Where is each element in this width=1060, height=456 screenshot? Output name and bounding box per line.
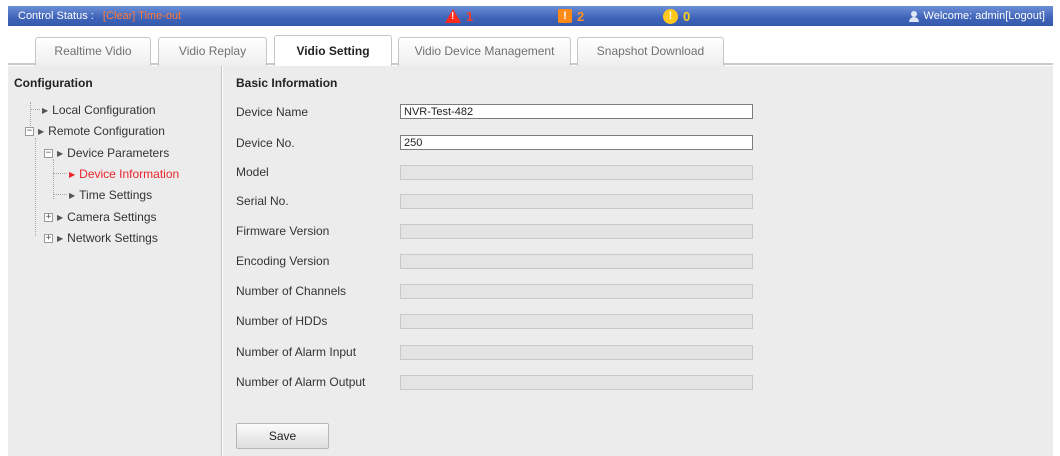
alarm-minor-count: 0: [683, 8, 691, 24]
sidebar-item-network-settings[interactable]: + ▶ Network Settings: [44, 231, 158, 245]
basic-information-panel: Basic Information Device Name Device No.…: [223, 66, 1053, 456]
arrow-right-icon: ▶: [57, 212, 64, 222]
arrow-right-icon: ▶: [57, 233, 64, 243]
expand-icon[interactable]: +: [44, 212, 53, 222]
model-field: [400, 165, 753, 180]
number-of-hdds-field: [400, 314, 753, 329]
alarm-minor[interactable]: ! 0: [663, 7, 690, 25]
warning-triangle-icon: [445, 9, 461, 23]
tab-realtime-vidio[interactable]: Realtime Vidio: [35, 37, 151, 66]
welcome-area: Welcome: admin[Logout]: [908, 10, 1045, 22]
device-no-field[interactable]: [400, 135, 753, 150]
firmware-version-label: Firmware Version: [236, 224, 330, 238]
welcome-logout-link[interactable]: Welcome: admin[Logout]: [924, 10, 1045, 22]
serial-no-field: [400, 194, 753, 209]
clear-timeout-link[interactable]: [Clear] Time-out: [103, 10, 181, 22]
info-circle-icon: !: [663, 8, 678, 24]
number-of-alarm-output-label: Number of Alarm Output: [236, 375, 366, 389]
alarm-major[interactable]: ! 2: [558, 7, 584, 25]
number-of-alarm-output-field: [400, 375, 753, 390]
top-status-bar: Control Status : [Clear] Time-out 1 ! 2 …: [8, 6, 1053, 26]
collapse-icon[interactable]: −: [44, 148, 53, 158]
control-status: Control Status : [Clear] Time-out: [18, 10, 181, 22]
sidebar-item-label: Local Configuration: [52, 103, 156, 117]
number-of-alarm-input-field: [400, 345, 753, 360]
arrow-right-icon: ▶: [38, 126, 45, 136]
alarm-critical-count: 1: [466, 8, 474, 24]
configuration-sidebar: Configuration ▶ Local Configuration − ▶ …: [8, 66, 222, 456]
tree-line: [53, 173, 67, 174]
model-label: Model: [236, 165, 269, 179]
section-title: Basic Information: [236, 76, 338, 90]
arrow-right-icon: ▶: [42, 105, 49, 115]
number-of-channels-label: Number of Channels: [236, 284, 347, 298]
tab-vidio-device-management[interactable]: Vidio Device Management: [398, 37, 571, 66]
device-name-label: Device Name: [236, 105, 309, 119]
user-icon: [908, 10, 919, 22]
sidebar-item-remote-configuration[interactable]: − ▶ Remote Configuration: [25, 124, 165, 138]
tree-line: [30, 109, 40, 110]
sidebar-item-time-settings[interactable]: ▶ Time Settings: [69, 188, 152, 202]
tree-line: [53, 194, 67, 195]
save-button[interactable]: Save: [236, 423, 329, 449]
number-of-alarm-input-label: Number of Alarm Input: [236, 345, 357, 359]
sidebar-item-label: Network Settings: [67, 231, 158, 245]
device-name-field[interactable]: [400, 104, 753, 119]
alarm-critical[interactable]: 1: [445, 7, 473, 25]
sidebar-item-label: Remote Configuration: [48, 124, 165, 138]
encoding-version-label: Encoding Version: [236, 254, 330, 268]
tab-snapshot-download[interactable]: Snapshot Download: [577, 37, 724, 66]
collapse-icon[interactable]: −: [25, 126, 34, 136]
device-no-label: Device No.: [236, 136, 295, 150]
number-of-hdds-label: Number of HDDs: [236, 314, 328, 328]
sidebar-item-label: Camera Settings: [67, 210, 157, 224]
firmware-version-field: [400, 224, 753, 239]
sidebar-item-device-parameters[interactable]: − ▶ Device Parameters: [44, 146, 169, 160]
sidebar-item-label: Device Parameters: [67, 146, 170, 160]
encoding-version-field: [400, 254, 753, 269]
main-tabs: Realtime Vidio Vidio Replay Vidio Settin…: [8, 34, 1053, 67]
sidebar-item-label: Time Settings: [79, 188, 153, 202]
tree-line: [53, 159, 54, 199]
tab-vidio-replay[interactable]: Vidio Replay: [158, 37, 267, 66]
sidebar-item-label: Device Information: [79, 167, 180, 181]
sidebar-item-device-information[interactable]: ▶ Device Information: [69, 167, 179, 181]
sidebar-title: Configuration: [14, 76, 93, 90]
arrow-right-icon: ▶: [69, 190, 76, 200]
alarm-major-count: 2: [577, 8, 585, 24]
arrow-right-icon: ▶: [57, 148, 64, 158]
expand-icon[interactable]: +: [44, 233, 53, 243]
arrow-right-icon: ▶: [69, 169, 76, 179]
serial-no-label: Serial No.: [236, 194, 289, 208]
alert-square-icon: !: [558, 9, 572, 23]
number-of-channels-field: [400, 284, 753, 299]
tree-line: [35, 138, 36, 236]
tab-vidio-setting[interactable]: Vidio Setting: [274, 35, 392, 67]
control-status-label: Control Status :: [18, 10, 94, 22]
sidebar-item-local-configuration[interactable]: ▶ Local Configuration: [42, 103, 156, 117]
sidebar-item-camera-settings[interactable]: + ▶ Camera Settings: [44, 210, 157, 224]
